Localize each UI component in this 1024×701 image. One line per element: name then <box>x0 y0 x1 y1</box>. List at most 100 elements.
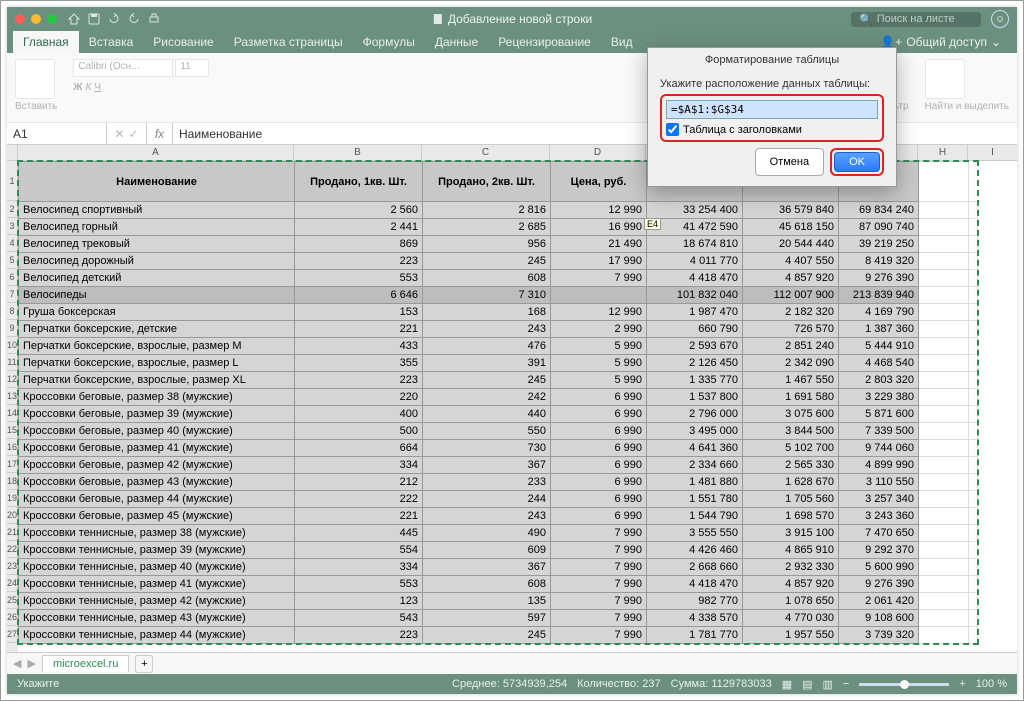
cell[interactable]: 1 544 790 <box>647 508 743 525</box>
ribbon-tab-Разметка страницы[interactable]: Разметка страницы <box>224 31 353 53</box>
cell[interactable] <box>919 627 969 644</box>
cell[interactable]: 4 407 550 <box>743 253 839 270</box>
cell[interactable]: Велосипед трековый <box>19 236 295 253</box>
add-sheet-button[interactable]: + <box>135 655 153 673</box>
font-size-select[interactable]: 11 <box>175 59 209 77</box>
fx-button[interactable]: fx <box>147 123 173 144</box>
cell[interactable]: 5 871 600 <box>839 406 919 423</box>
row-header[interactable]: 15 <box>7 422 18 439</box>
headers-checkbox-row[interactable]: Таблица с заголовками <box>666 123 878 136</box>
row-header[interactable]: 19 <box>7 490 18 507</box>
table-range-input[interactable] <box>666 100 878 119</box>
cell[interactable]: 553 <box>295 576 423 593</box>
cell[interactable]: 3 110 550 <box>839 474 919 491</box>
cell[interactable] <box>919 423 969 440</box>
ribbon-tab-Рецензирование[interactable]: Рецензирование <box>488 31 601 53</box>
undo-icon[interactable] <box>107 12 121 26</box>
cell[interactable]: 212 <box>295 474 423 491</box>
cell[interactable] <box>969 355 978 372</box>
cell[interactable] <box>919 355 969 372</box>
bold-button[interactable]: Ж <box>73 82 82 93</box>
cell[interactable]: 1 705 560 <box>743 491 839 508</box>
cell[interactable]: 7 990 <box>551 627 647 644</box>
cell[interactable]: 223 <box>295 372 423 389</box>
cell[interactable] <box>969 491 978 508</box>
cell[interactable]: 391 <box>423 355 551 372</box>
cell[interactable] <box>969 457 978 474</box>
cell[interactable] <box>919 525 969 542</box>
cell[interactable]: 1 551 780 <box>647 491 743 508</box>
col-header-I[interactable]: I <box>968 145 1017 160</box>
window-minimize-button[interactable] <box>31 14 41 24</box>
cell[interactable] <box>969 270 978 287</box>
window-zoom-button[interactable] <box>47 14 57 24</box>
cell[interactable]: 869 <box>295 236 423 253</box>
ok-button[interactable]: OK <box>834 152 880 172</box>
cell[interactable] <box>919 219 969 236</box>
zoom-in-button[interactable]: + <box>959 678 965 690</box>
cell[interactable]: 112 007 900 <box>743 287 839 304</box>
cell[interactable]: 4 426 460 <box>647 542 743 559</box>
ribbon-tab-Рисование[interactable]: Рисование <box>143 31 223 53</box>
cell[interactable]: 233 <box>423 474 551 491</box>
cell[interactable] <box>551 287 647 304</box>
row-header[interactable]: 21 <box>7 524 18 541</box>
cell[interactable]: 6 990 <box>551 491 647 508</box>
cell[interactable]: 7 990 <box>551 593 647 610</box>
col-header-B[interactable]: B <box>294 145 422 160</box>
cell[interactable]: 6 990 <box>551 440 647 457</box>
sheet-tab-active[interactable]: microexcel.ru <box>42 655 129 672</box>
account-button[interactable]: ☺ <box>991 10 1009 28</box>
cell[interactable]: 168 <box>423 304 551 321</box>
cell[interactable]: Кроссовки теннисные, размер 38 (мужские) <box>19 525 295 542</box>
cell[interactable] <box>969 576 978 593</box>
cell[interactable]: 4 338 570 <box>647 610 743 627</box>
cell[interactable] <box>969 287 978 304</box>
cell[interactable]: Велосипед дорожный <box>19 253 295 270</box>
row-header[interactable]: 6 <box>7 269 18 286</box>
row-header[interactable]: 22 <box>7 541 18 558</box>
cell[interactable]: Кроссовки теннисные, размер 39 (мужские) <box>19 542 295 559</box>
cell[interactable]: 1 691 580 <box>743 389 839 406</box>
cell[interactable] <box>919 202 969 219</box>
underline-button[interactable]: Ч <box>94 82 101 93</box>
row-header[interactable]: 5 <box>7 252 18 269</box>
cell[interactable]: 1 387 360 <box>839 321 919 338</box>
cell[interactable] <box>969 474 978 491</box>
cell[interactable] <box>969 542 978 559</box>
cell[interactable]: 608 <box>423 270 551 287</box>
row-header[interactable]: 14 <box>7 405 18 422</box>
cell[interactable]: Кроссовки теннисные, размер 40 (мужские) <box>19 559 295 576</box>
cell[interactable]: 244 <box>423 491 551 508</box>
cell[interactable]: 3 915 100 <box>743 525 839 542</box>
cell[interactable]: 1 628 670 <box>743 474 839 491</box>
cell[interactable] <box>919 321 969 338</box>
cell[interactable]: Кроссовки беговые, размер 45 (мужские) <box>19 508 295 525</box>
cell[interactable] <box>919 593 969 610</box>
cell[interactable] <box>919 474 969 491</box>
cell[interactable]: Велосипед спортивный <box>19 202 295 219</box>
cell[interactable] <box>919 542 969 559</box>
cell[interactable]: 3 243 360 <box>839 508 919 525</box>
cell[interactable]: Велосипеды <box>19 287 295 304</box>
cell[interactable] <box>919 457 969 474</box>
cell[interactable]: 5 444 910 <box>839 338 919 355</box>
cell[interactable]: 726 570 <box>743 321 839 338</box>
header-cell[interactable]: Продано, 1кв. Шт. <box>295 162 423 202</box>
cell[interactable]: 2 560 <box>295 202 423 219</box>
find-select-button[interactable] <box>925 59 965 99</box>
cell[interactable]: 9 276 390 <box>839 270 919 287</box>
cell[interactable]: 1 537 800 <box>647 389 743 406</box>
row-header[interactable]: 26 <box>7 609 18 626</box>
cell[interactable] <box>919 576 969 593</box>
col-header-D[interactable]: D <box>550 145 646 160</box>
cell[interactable]: 490 <box>423 525 551 542</box>
cell[interactable]: 213 839 940 <box>839 287 919 304</box>
ribbon-tab-Вставка[interactable]: Вставка <box>79 31 144 53</box>
cell[interactable] <box>969 559 978 576</box>
cell[interactable]: 3 739 320 <box>839 627 919 644</box>
cell[interactable] <box>969 236 978 253</box>
cell[interactable]: 5 102 700 <box>743 440 839 457</box>
cell[interactable] <box>969 423 978 440</box>
home-icon[interactable] <box>67 12 81 26</box>
